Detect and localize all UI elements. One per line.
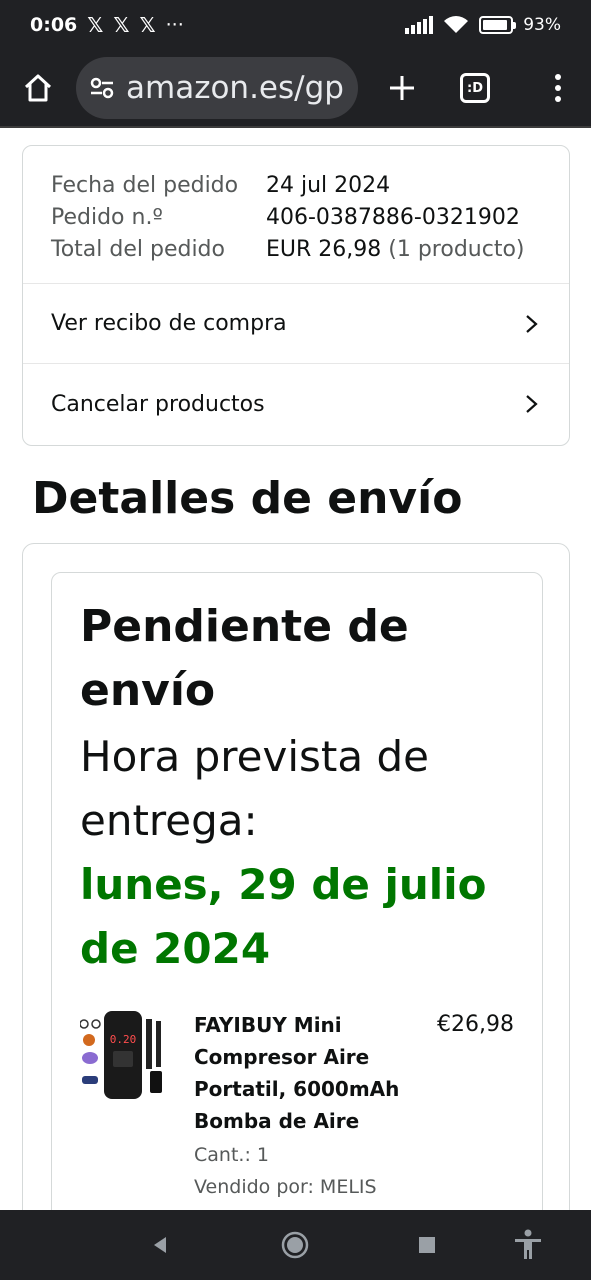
order-total-label: Total del pedido — [51, 237, 225, 262]
shipment-box: Pendiente de envío Hora prevista de entr… — [51, 572, 543, 1210]
order-date-value: 24 jul 2024 — [266, 173, 391, 198]
product-price: €26,98 — [437, 1012, 514, 1037]
x-notification-icon: 𝕏 — [87, 13, 104, 37]
shipment-status: Pendiente de envío — [80, 601, 409, 716]
view-receipt-link[interactable]: Ver recibo de compra — [23, 284, 569, 364]
eta-label: Hora prevista de entrega: — [80, 732, 429, 845]
signal-icon — [405, 16, 434, 34]
tab-switcher-icon[interactable]: :D — [460, 73, 490, 103]
order-date-label: Fecha del pedido — [51, 173, 239, 198]
battery-icon — [479, 16, 517, 34]
home-button-icon[interactable] — [275, 1225, 315, 1265]
home-icon[interactable] — [18, 68, 58, 108]
product-quantity: Cant.: 1 — [194, 1144, 269, 1166]
system-nav-bar — [0, 1210, 591, 1280]
order-total-value: EUR 26,98 (1 producto) — [266, 234, 525, 266]
chevron-right-icon — [526, 314, 538, 333]
site-settings-icon[interactable] — [88, 74, 116, 102]
view-receipt-label: Ver recibo de compra — [51, 311, 287, 336]
product-seller: Vendido por: MELIS ERLEY LTD — [194, 1176, 377, 1210]
page-content: Fecha del pedido 24 jul 2024 Pedido n.º … — [0, 130, 591, 1210]
order-summary-card: Fecha del pedido 24 jul 2024 Pedido n.º … — [22, 145, 570, 446]
more-notifications-icon: ··· — [165, 14, 184, 36]
product-display-readout: 0.20 — [110, 1033, 137, 1046]
order-date-row: Fecha del pedido 24 jul 2024 — [51, 170, 541, 202]
chevron-right-icon — [526, 395, 538, 413]
product-title[interactable]: FAYIBUY Mini Compresor Aire Portatil, 60… — [194, 1009, 414, 1137]
order-total-amount: EUR 26,98 — [266, 237, 382, 262]
accessibility-icon[interactable] — [508, 1225, 548, 1265]
back-icon[interactable] — [140, 1225, 180, 1265]
order-number-label: Pedido n.º — [51, 205, 163, 230]
order-number-row: Pedido n.º 406-0387886-0321902 — [51, 202, 541, 234]
cancel-items-link[interactable]: Cancelar productos — [23, 364, 569, 444]
shipping-card: Pendiente de envío Hora prevista de entr… — [22, 543, 570, 1210]
wifi-icon — [444, 16, 469, 33]
status-time: 0:06 — [30, 14, 78, 36]
recents-icon[interactable] — [407, 1225, 447, 1265]
address-bar[interactable]: amazon.es/gp — [76, 57, 358, 119]
x-notification-icon: 𝕏 — [139, 13, 156, 37]
order-total-row: Total del pedido EUR 26,98 (1 producto) — [51, 234, 541, 266]
overflow-menu-icon[interactable] — [543, 74, 573, 102]
new-tab-icon[interactable] — [382, 68, 422, 108]
browser-toolbar: amazon.es/gp :D — [0, 50, 591, 128]
x-notification-icon: 𝕏 — [113, 13, 130, 37]
battery-percent: 93% — [523, 15, 561, 35]
cancel-items-label: Cancelar productos — [51, 391, 265, 417]
order-info: Fecha del pedido 24 jul 2024 Pedido n.º … — [23, 146, 569, 284]
url-text: amazon.es/gp — [126, 70, 344, 106]
order-item-count: (1 producto) — [388, 237, 525, 262]
order-number-value: 406-0387886-0321902 — [266, 205, 520, 230]
product-image[interactable]: 0.20 — [80, 1009, 172, 1101]
shipping-details-heading: Detalles de envío — [32, 473, 463, 524]
eta-date: lunes, 29 de julio de 2024 — [80, 860, 487, 973]
product-details: FAYIBUY Mini Compresor Aire Portatil, 60… — [194, 1009, 414, 1210]
product-item: 0.20 FAYIBUY Mini Compresor Aire Portati… — [80, 1009, 514, 1210]
status-bar: 0:06 𝕏 𝕏 𝕏 ··· 93% — [0, 0, 591, 50]
